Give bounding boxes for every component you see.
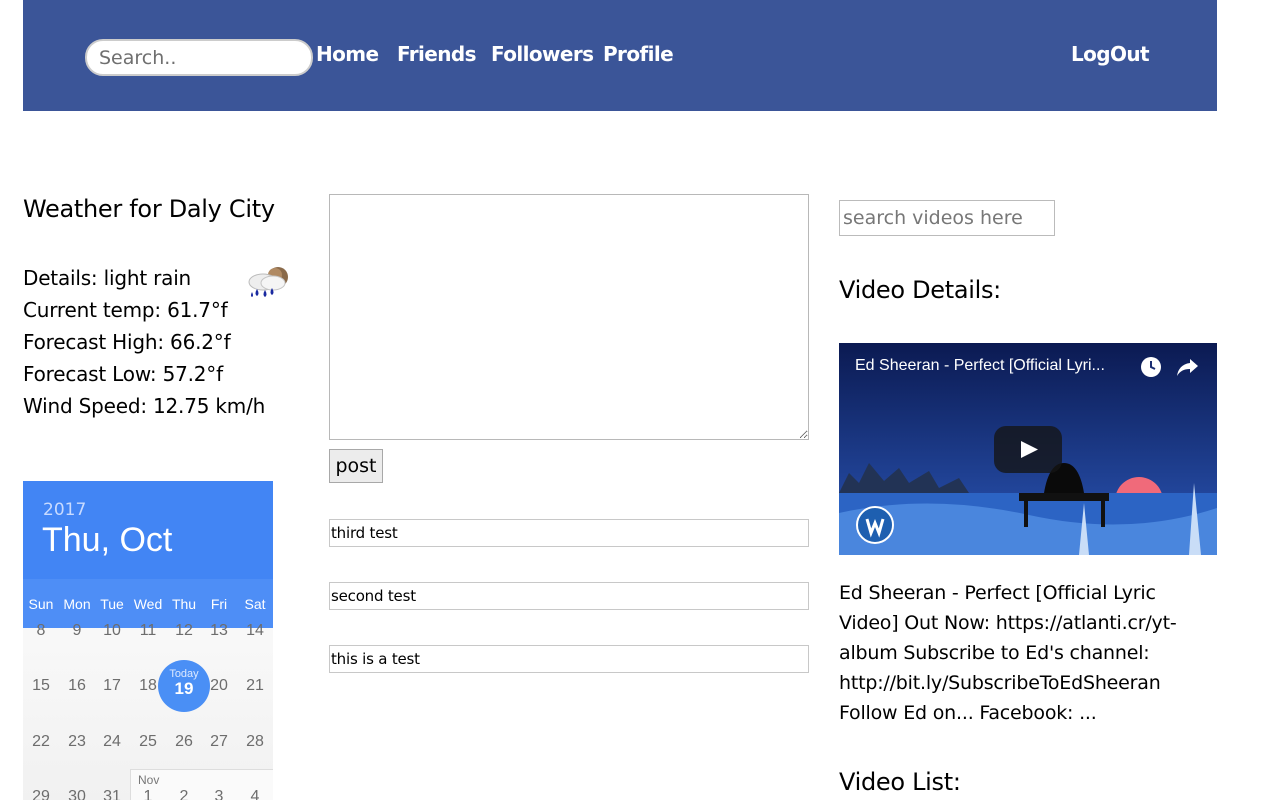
post-item: second test — [329, 582, 809, 610]
today-number: 19 — [174, 679, 194, 698]
play-icon — [1021, 441, 1038, 458]
play-button[interactable] — [994, 426, 1062, 473]
calendar-day[interactable]: 10 — [94, 622, 130, 640]
calendar-day[interactable]: 11 — [130, 622, 166, 640]
weather-forecast-high: Forecast High: 66.2°f — [23, 330, 231, 354]
weather-title: Weather for Daly City — [23, 195, 275, 223]
weekday-fri: Fri — [210, 596, 228, 612]
video-player-title[interactable]: Ed Sheeran - Perfect [Official Lyri... — [855, 357, 1105, 375]
weather-current-temp: Current temp: 61.7°f — [23, 298, 228, 322]
calendar-day[interactable]: 21 — [237, 677, 273, 695]
post-item: this is a test — [329, 645, 809, 673]
share-icon[interactable] — [1176, 356, 1200, 378]
calendar-day[interactable]: 24 — [94, 733, 130, 751]
calendar-day[interactable]: 25 — [130, 733, 166, 751]
calendar-day[interactable]: 15 — [23, 677, 59, 695]
calendar-day[interactable]: 4 — [237, 788, 273, 800]
calendar-day[interactable]: 29 — [23, 788, 59, 800]
watch-later-icon[interactable] — [1140, 356, 1162, 378]
top-navbar: Home Friends Followers Profile LogOut — [23, 0, 1217, 111]
weather-details: Details: light rain — [23, 266, 192, 290]
nav-profile[interactable]: Profile — [603, 42, 674, 66]
weekday-thu: Thu — [171, 596, 197, 612]
calendar-day[interactable]: 3 — [201, 788, 237, 800]
calendar-day[interactable]: 14 — [237, 622, 273, 640]
calendar-day[interactable]: 9 — [59, 622, 95, 640]
rain-cloud-icon — [248, 267, 288, 297]
calendar-day[interactable]: 16 — [59, 677, 95, 695]
weekday-tue: Tue — [100, 596, 124, 612]
weekday-sat: Sat — [244, 596, 266, 612]
calendar-day[interactable]: 2 — [166, 788, 202, 800]
calendar-day[interactable]: 26 — [166, 733, 202, 751]
calendar-day[interactable]: 13 — [201, 622, 237, 640]
video-details-title: Video Details: — [839, 276, 1001, 304]
calendar-today[interactable]: Today 19 — [158, 660, 210, 712]
post-item: third test — [329, 519, 809, 547]
calendar-day[interactable]: 28 — [237, 733, 273, 751]
calendar-day[interactable]: 30 — [59, 788, 95, 800]
video-player[interactable]: Ed Sheeran - Perfect [Official Lyri... — [839, 343, 1217, 555]
calendar-weekday-row: Sun Mon Tue Wed Thu Fri Sat — [23, 579, 273, 628]
logout-link[interactable]: LogOut — [1071, 42, 1150, 66]
weather-forecast-low: Forecast Low: 57.2°f — [23, 362, 223, 386]
nav-home[interactable]: Home — [316, 42, 379, 66]
calendar-header: 2017 Thu, Oct — [23, 481, 273, 579]
weekday-wed: Wed — [133, 596, 163, 612]
calendar-day[interactable]: 31 — [94, 788, 130, 800]
calendar-day[interactable]: 17 — [94, 677, 130, 695]
video-description: Ed Sheeran - Perfect [Official Lyric Vid… — [839, 582, 1177, 724]
calendar-day[interactable]: 22 — [23, 733, 59, 751]
calendar-year[interactable]: 2017 — [43, 500, 86, 520]
search-input[interactable] — [85, 39, 313, 76]
calendar-day[interactable]: 23 — [59, 733, 95, 751]
next-month-label: Nov — [138, 773, 160, 787]
calendar-widget: 2017 Thu, Oct Sun Mon Tue Wed Thu Fri Sa… — [23, 481, 273, 800]
video-list-title: Video List: — [839, 768, 961, 796]
nav-friends[interactable]: Friends — [397, 42, 477, 66]
weekday-sun: Sun — [28, 596, 54, 612]
calendar-day[interactable]: 27 — [201, 733, 237, 751]
calendar-day[interactable]: 1 — [130, 788, 166, 800]
nav-followers[interactable]: Followers — [491, 42, 594, 66]
video-search-input[interactable] — [839, 200, 1055, 236]
calendar-date[interactable]: Thu, Oct — [42, 521, 172, 560]
post-button[interactable]: post — [329, 449, 383, 483]
post-textarea[interactable] — [329, 194, 809, 440]
calendar-day[interactable]: 8 — [23, 622, 59, 640]
calendar-day[interactable]: 12 — [166, 622, 202, 640]
weather-wind-speed: Wind Speed: 12.75 km/h — [23, 394, 266, 418]
weekday-mon: Mon — [63, 596, 91, 612]
